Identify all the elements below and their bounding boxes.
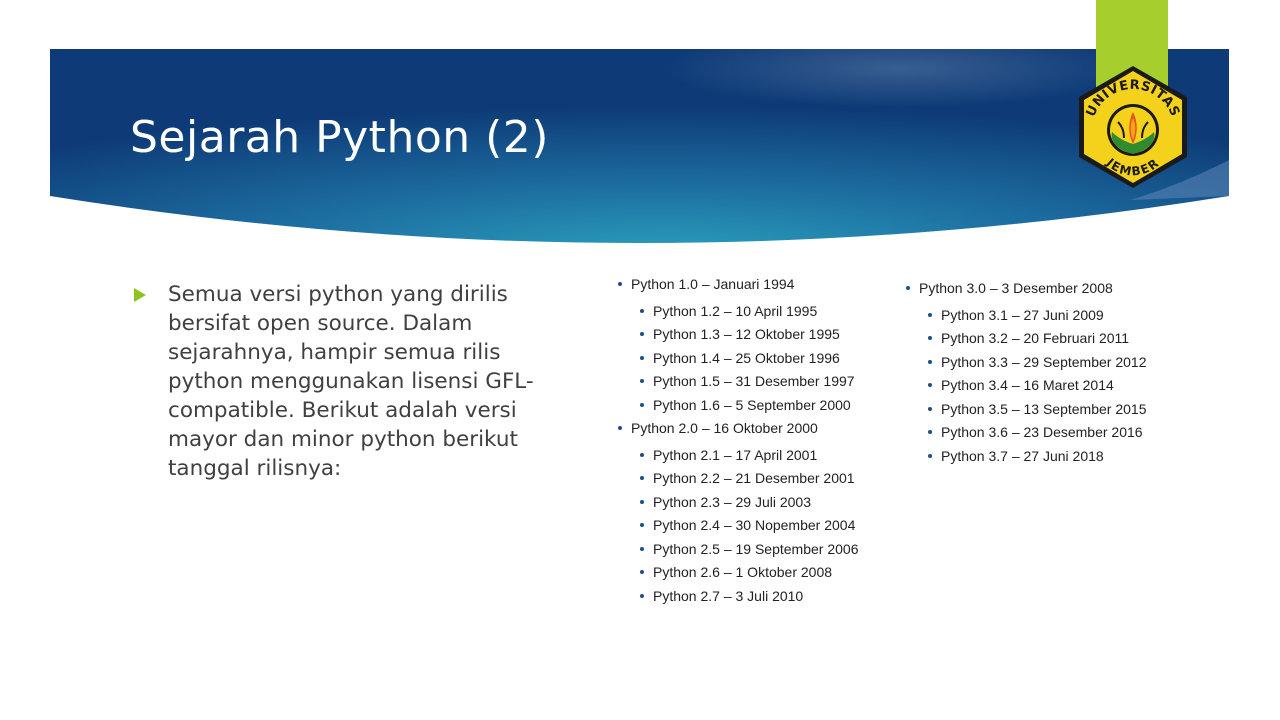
minor-version-item: Python 2.2 – 21 Desember 2001 — [618, 468, 898, 492]
minor-version-item: Python 2.3 – 29 Juli 2003 — [618, 492, 898, 516]
major-version-item: Python 2.0 – 16 Oktober 2000 — [618, 418, 898, 442]
minor-version-item: Python 3.1 – 27 Juni 2009 — [906, 305, 1206, 329]
bullet-arrow-icon — [134, 288, 146, 302]
minor-version-item: Python 1.2 – 10 April 1995 — [618, 301, 898, 325]
minor-version-item: Python 2.6 – 1 Oktober 2008 — [618, 562, 898, 586]
major-version-item: Python 3.0 – 3 Desember 2008 — [906, 278, 1206, 302]
minor-version-item: Python 3.5 – 13 September 2015 — [906, 399, 1206, 423]
version-list-right: Python 3.0 – 3 Desember 2008 Python 3.1 –… — [906, 278, 1206, 469]
minor-version-item: Python 3.3 – 29 September 2012 — [906, 352, 1206, 376]
minor-version-item: Python 1.4 – 25 Oktober 1996 — [618, 348, 898, 372]
slide-title: Sejarah Python (2) — [130, 112, 549, 163]
major-version-item: Python 1.0 – Januari 1994 — [618, 274, 898, 298]
minor-version-item: Python 2.4 – 30 Nopember 2004 — [618, 515, 898, 539]
minor-version-item: Python 3.4 – 16 Maret 2014 — [906, 375, 1206, 399]
minor-version-item: Python 3.6 – 23 Desember 2016 — [906, 422, 1206, 446]
minor-version-item: Python 1.3 – 12 Oktober 1995 — [618, 324, 898, 348]
minor-version-item: Python 3.2 – 20 Februari 2011 — [906, 328, 1206, 352]
minor-version-item: Python 2.1 – 17 April 2001 — [618, 445, 898, 469]
version-list-left: Python 1.0 – Januari 1994 Python 1.2 – 10… — [618, 274, 898, 609]
body-text: Semua versi python yang dirilis bersifat… — [168, 282, 534, 481]
minor-version-item: Python 1.6 – 5 September 2000 — [618, 395, 898, 419]
minor-version-item: Python 2.5 – 19 September 2006 — [618, 539, 898, 563]
minor-version-item: Python 3.7 – 27 Juni 2018 — [906, 446, 1206, 470]
university-logo: UNIVERSITAS JEMBER — [1079, 66, 1187, 188]
content-block: Semua versi python yang dirilis bersifat… — [134, 280, 564, 483]
minor-version-item: Python 1.5 – 31 Desember 1997 — [618, 371, 898, 395]
minor-version-item: Python 2.7 – 3 Juli 2010 — [618, 586, 898, 610]
